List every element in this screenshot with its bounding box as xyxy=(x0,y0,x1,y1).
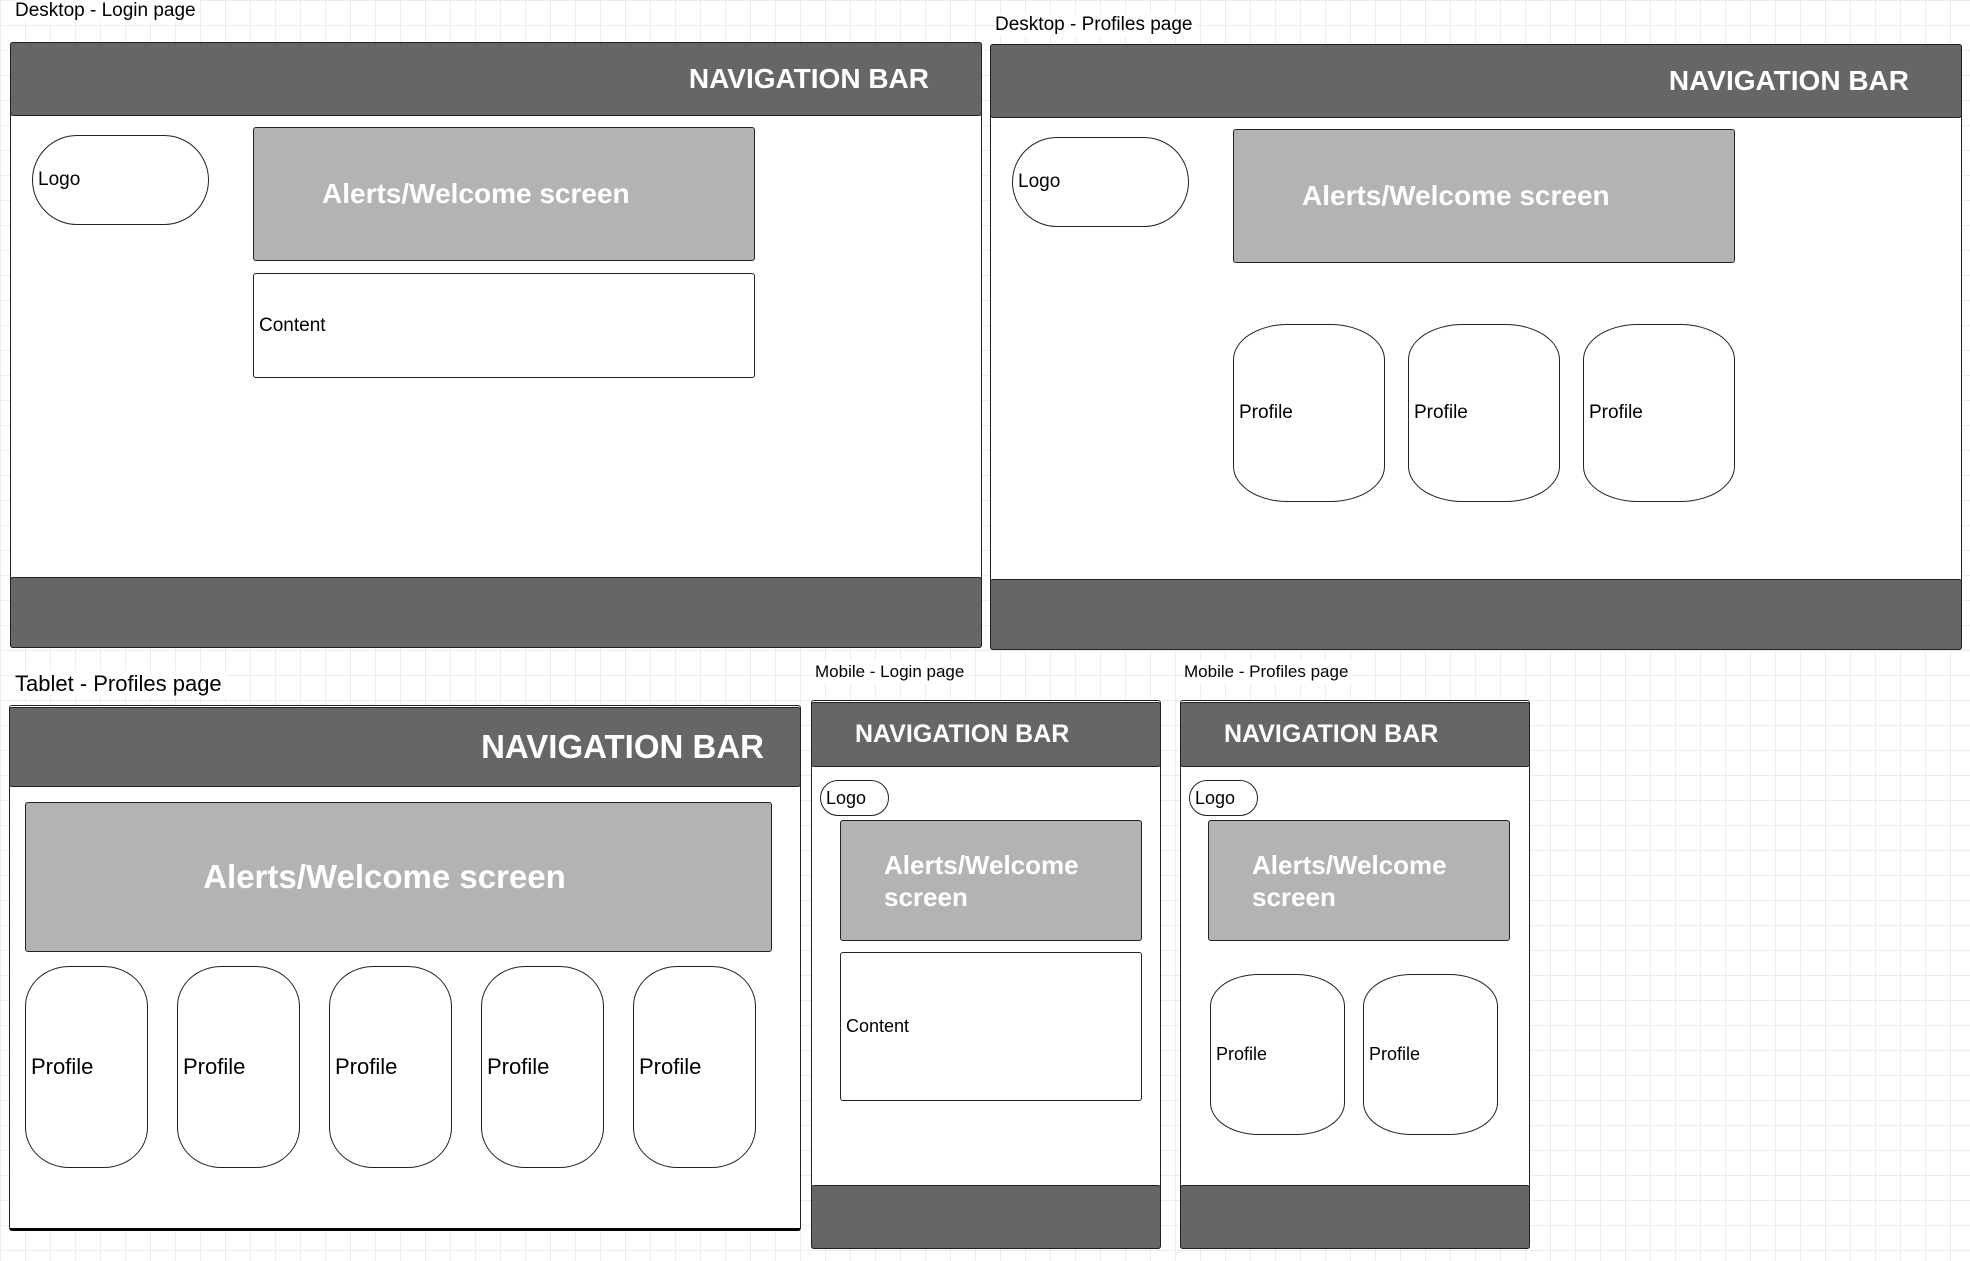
logo-label: Logo xyxy=(826,787,867,808)
navigation-bar-label: NAVIGATION BAR xyxy=(855,720,1070,748)
desktop-profiles-logo: Logo xyxy=(1012,137,1189,227)
desktop-login-navigation-bar: NAVIGATION BAR xyxy=(10,42,982,116)
profile-label: Profile xyxy=(1414,402,1468,423)
mobile-profiles-title: Mobile - Profiles page xyxy=(1184,661,1353,683)
alerts-label: Alerts/Welcome screen xyxy=(322,178,630,209)
profile-label: Profile xyxy=(335,1054,398,1079)
profile-label: Profile xyxy=(487,1054,550,1079)
tablet-profiles-profile-card: Profile xyxy=(633,966,756,1168)
desktop-login-content-box: Content xyxy=(253,273,755,378)
desktop-login-alerts-panel: Alerts/Welcome screen xyxy=(253,127,755,261)
alerts-label: Alerts/Welcome screen xyxy=(1252,849,1447,912)
mobile-profiles-logo: Logo xyxy=(1189,780,1258,816)
mobile-login-logo: Logo xyxy=(820,780,889,816)
mobile-profiles-alerts-panel: Alerts/Welcome screen xyxy=(1208,820,1510,941)
tablet-profiles-profile-card: Profile xyxy=(481,966,604,1168)
navigation-bar-label: NAVIGATION BAR xyxy=(688,63,929,94)
desktop-login-title: Desktop - Login page xyxy=(15,0,200,22)
logo-label: Logo xyxy=(38,169,81,190)
desktop-login-logo: Logo xyxy=(32,135,209,225)
tablet-profiles-title: Tablet - Profiles page xyxy=(15,671,226,697)
mobile-login-content-box: Content xyxy=(840,952,1142,1101)
tablet-profiles-profile-card: Profile xyxy=(177,966,300,1168)
desktop-profiles-profile-card: Profile xyxy=(1233,324,1385,502)
navigation-bar-label: NAVIGATION BAR xyxy=(481,728,764,765)
desktop-profiles-alerts-panel: Alerts/Welcome screen xyxy=(1233,129,1735,263)
mobile-profiles-footer xyxy=(1180,1185,1530,1249)
tablet-profiles-profile-card: Profile xyxy=(25,966,148,1168)
profile-label: Profile xyxy=(1239,402,1293,423)
mobile-login-alerts-panel: Alerts/Welcome screen xyxy=(840,820,1142,941)
desktop-profiles-navigation-bar: NAVIGATION BAR xyxy=(990,44,1962,118)
profile-label: Profile xyxy=(1369,1044,1421,1064)
tablet-profiles-profile-card: Profile xyxy=(329,966,452,1168)
profile-label: Profile xyxy=(639,1054,702,1079)
content-label: Content xyxy=(259,314,326,336)
profile-label: Profile xyxy=(31,1054,94,1079)
tablet-profiles-navigation-bar: NAVIGATION BAR xyxy=(9,707,801,787)
logo-label: Logo xyxy=(1195,787,1236,808)
content-label: Content xyxy=(846,1016,910,1036)
desktop-profiles-title: Desktop - Profiles page xyxy=(995,14,1197,36)
mobile-login-title: Mobile - Login page xyxy=(815,661,969,683)
desktop-profiles-profile-card: Profile xyxy=(1408,324,1560,502)
desktop-profiles-profile-card: Profile xyxy=(1583,324,1735,502)
mobile-login-footer xyxy=(811,1185,1161,1249)
tablet-profiles-alerts-panel: Alerts/Welcome screen xyxy=(25,802,772,952)
alerts-label: Alerts/Welcome screen xyxy=(1302,180,1610,211)
desktop-profiles-footer xyxy=(990,579,1962,650)
profile-label: Profile xyxy=(183,1054,246,1079)
mobile-profiles-profile-card: Profile xyxy=(1363,974,1498,1135)
mobile-profiles-profile-card: Profile xyxy=(1210,974,1345,1135)
profile-label: Profile xyxy=(1589,402,1643,423)
alerts-label: Alerts/Welcome screen xyxy=(884,849,1079,912)
navigation-bar-label: NAVIGATION BAR xyxy=(1224,720,1439,748)
mobile-login-navigation-bar: NAVIGATION BAR xyxy=(811,702,1161,767)
desktop-login-footer xyxy=(10,577,982,648)
mobile-profiles-navigation-bar: NAVIGATION BAR xyxy=(1180,702,1530,767)
navigation-bar-label: NAVIGATION BAR xyxy=(1668,65,1909,96)
profile-label: Profile xyxy=(1216,1044,1268,1064)
logo-label: Logo xyxy=(1018,171,1061,192)
alerts-label: Alerts/Welcome screen xyxy=(203,858,566,895)
